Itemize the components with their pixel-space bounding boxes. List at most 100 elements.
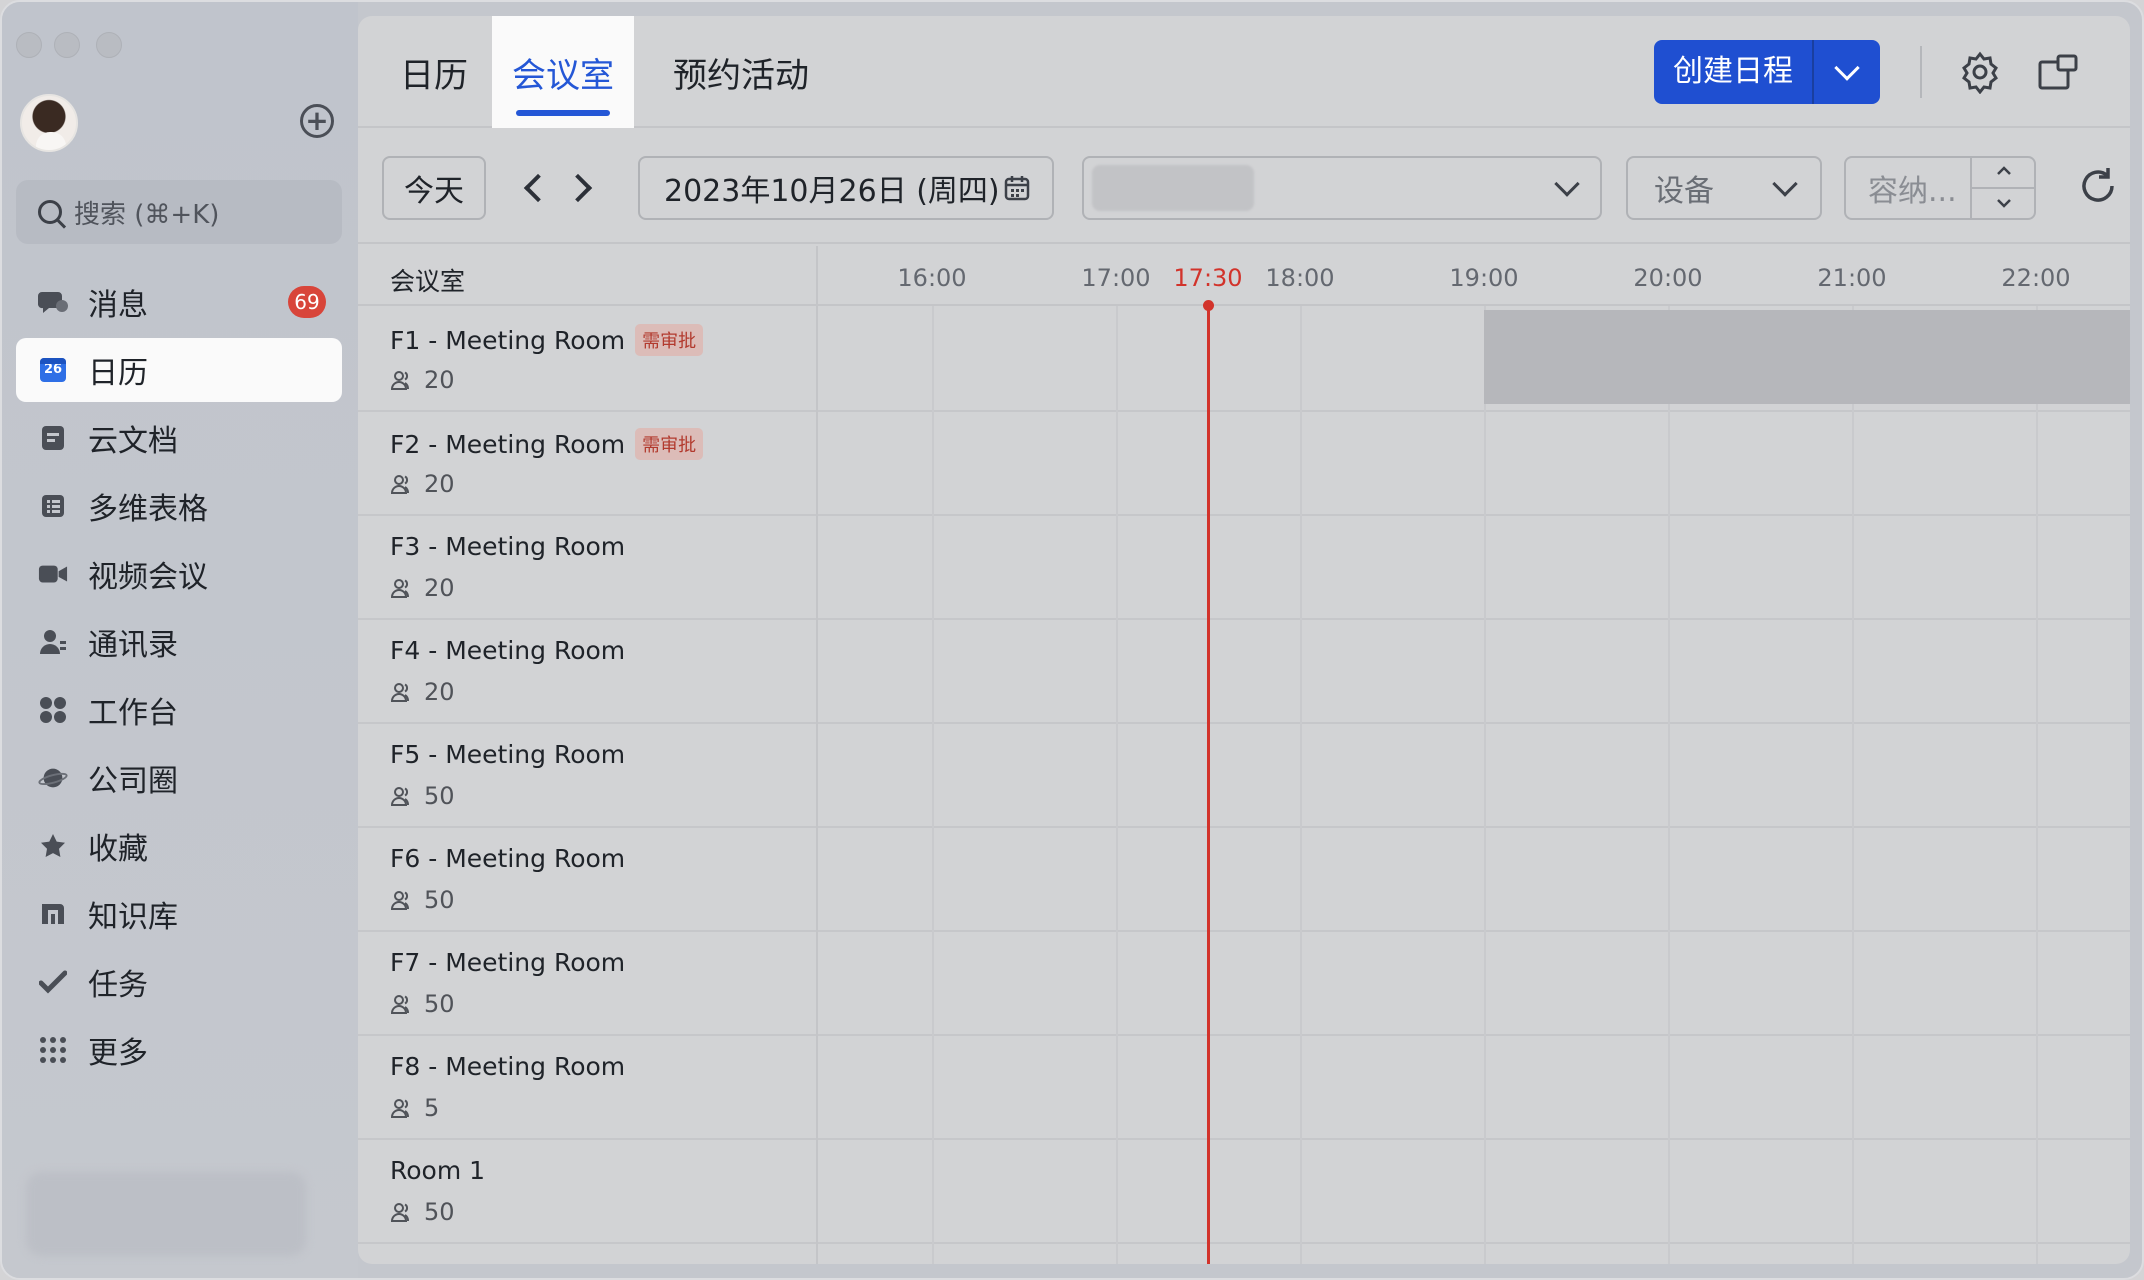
time-tick: 19:00 (1449, 264, 1519, 292)
search-placeholder: 搜索 (⌘+K) (74, 199, 220, 230)
sidebar-item-more[interactable]: 更多 (16, 1018, 342, 1082)
sidebar-item-moments[interactable]: 公司圈 (16, 746, 342, 810)
room-capacity: 20 (390, 470, 455, 498)
sidebar-item-docs[interactable]: 云文档 (16, 406, 342, 470)
equipment-select[interactable]: 设备 (1626, 156, 1822, 220)
search-input[interactable]: 搜索 (⌘+K) (16, 180, 342, 244)
calendar-icon: 26 (38, 355, 68, 385)
wiki-icon (38, 899, 68, 929)
new-window-icon[interactable] (2038, 54, 2078, 90)
grid-line (932, 306, 934, 1264)
window-close-button[interactable] (16, 32, 42, 58)
room-row[interactable]: F2 - Meeting Room 需审批 20 (358, 412, 2130, 516)
people-icon (390, 995, 409, 1014)
grid-line (1484, 306, 1486, 1264)
create-event-dropdown[interactable] (1814, 55, 1880, 81)
timeline-header: 会议室 16:00 17:00 17:30 18:00 19:00 20:00 … (358, 246, 2130, 306)
next-day-button[interactable] (563, 173, 593, 203)
capacity-value: 5 (424, 1094, 440, 1122)
location-select[interactable] (1082, 156, 1602, 220)
people-icon (390, 891, 409, 910)
avatar[interactable] (20, 94, 78, 152)
capacity-value: 50 (424, 1198, 455, 1226)
room-row[interactable]: F7 - Meeting Room 50 (358, 932, 2130, 1036)
current-time-marker (1203, 300, 1214, 311)
room-capacity: 20 (390, 574, 455, 602)
time-tick: 21:00 (1817, 264, 1887, 292)
sidebar-item-wiki[interactable]: 知识库 (16, 882, 342, 946)
filter-toolbar: 今天 2023年10月26日 (周四) 设备 容纳... (358, 130, 2130, 244)
stepper-arrows-icon (1997, 166, 2011, 208)
sidebar-item-tasks[interactable]: 任务 (16, 950, 342, 1014)
grid-line (2036, 306, 2038, 1264)
refresh-icon[interactable] (2078, 166, 2118, 206)
room-name: F6 - Meeting Room (390, 844, 626, 873)
gear-icon[interactable] (1958, 50, 2002, 94)
room-row[interactable]: F5 - Meeting Room 50 (358, 724, 2130, 828)
star-icon (38, 831, 68, 861)
time-tick: 20:00 (1633, 264, 1703, 292)
today-button[interactable]: 今天 (382, 156, 486, 220)
grid-line (1852, 306, 1854, 1264)
app-window: + 搜索 (⌘+K) 消息 69 26 日历 云文档 多维表格 视频会议 通讯录… (0, 0, 2144, 1280)
capacity-input[interactable]: 容纳... (1844, 156, 2036, 220)
room-row[interactable]: F8 - Meeting Room 5 (358, 1036, 2130, 1140)
people-icon (390, 579, 409, 598)
room-row[interactable]: F6 - Meeting Room 50 (358, 828, 2130, 932)
sidebar-item-calendar[interactable]: 26 日历 (16, 338, 342, 402)
people-icon (390, 1203, 409, 1222)
unavailable-block (1484, 310, 2130, 404)
approval-required-tag: 需审批 (635, 324, 704, 356)
sidebar-item-workplace[interactable]: 工作台 (16, 678, 342, 742)
chevron-down-icon (1554, 171, 1580, 197)
current-time-line (1207, 306, 1210, 1264)
room-name: F2 - Meeting Room (390, 429, 626, 459)
approval-required-tag: 需审批 (635, 428, 704, 460)
window-zoom-button[interactable] (96, 32, 122, 58)
blurred-card (26, 1172, 306, 1256)
prev-day-button[interactable] (523, 173, 553, 203)
chevron-down-icon (1834, 55, 1860, 81)
date-picker[interactable]: 2023年10月26日 (周四) (638, 156, 1054, 220)
search-icon (38, 200, 62, 224)
sidebar-item-base[interactable]: 多维表格 (16, 474, 342, 538)
capacity-value: 20 (424, 678, 455, 706)
sidebar-item-messages[interactable]: 消息 69 (16, 270, 342, 334)
create-event-button[interactable]: 创建日程 (1654, 40, 1814, 104)
sidebar-item-video[interactable]: 视频会议 (16, 542, 342, 606)
tab-meeting-rooms[interactable]: 会议室 (492, 16, 634, 128)
sidebar-item-contacts[interactable]: 通讯录 (16, 610, 342, 674)
tab-calendar[interactable]: 日历 (380, 16, 488, 128)
capacity-value: 50 (424, 886, 455, 914)
room-name: F5 - Meeting Room (390, 740, 626, 769)
room-row[interactable]: F3 - Meeting Room 20 (358, 516, 2130, 620)
sidebar-item-label: 日历 (88, 356, 148, 391)
tab-booking-activities[interactable]: 预约活动 (648, 16, 834, 128)
window-minimize-button[interactable] (54, 32, 80, 58)
room-capacity: 50 (390, 886, 455, 914)
sidebar-nav: 消息 69 26 日历 云文档 多维表格 视频会议 通讯录 工作台 公司圈 收藏… (16, 270, 342, 1086)
people-icon (390, 1099, 409, 1118)
sidebar-item-label: 更多 (88, 1036, 148, 1071)
room-row[interactable]: F4 - Meeting Room 20 (358, 620, 2130, 724)
sidebar-item-favorites[interactable]: 收藏 (16, 814, 342, 878)
calendar-picker-icon (1004, 176, 1030, 201)
room-column-header: 会议室 (390, 267, 466, 296)
room-name-wrap: F6 - Meeting Room (390, 844, 625, 873)
header: 日历 会议室 预约活动 创建日程 (358, 16, 2130, 128)
sidebar-item-label: 通讯录 (88, 628, 178, 663)
table-icon (38, 491, 68, 521)
room-name: F7 - Meeting Room (390, 948, 626, 977)
contacts-icon (38, 627, 68, 657)
room-capacity: 20 (390, 678, 455, 706)
room-timeline: 会议室 16:00 17:00 17:30 18:00 19:00 20:00 … (358, 246, 2130, 1264)
people-icon (390, 787, 409, 806)
grid-line (1116, 306, 1118, 1264)
room-row[interactable]: Room 1 50 (358, 1140, 2130, 1244)
room-name: F8 - Meeting Room (390, 1052, 626, 1081)
add-button[interactable]: + (300, 104, 334, 138)
video-camera-icon (38, 559, 68, 589)
capacity-stepper[interactable] (1970, 158, 2034, 218)
sidebar-item-label: 工作台 (88, 696, 178, 731)
date-value: 2023年10月26日 (周四) (664, 174, 1000, 209)
